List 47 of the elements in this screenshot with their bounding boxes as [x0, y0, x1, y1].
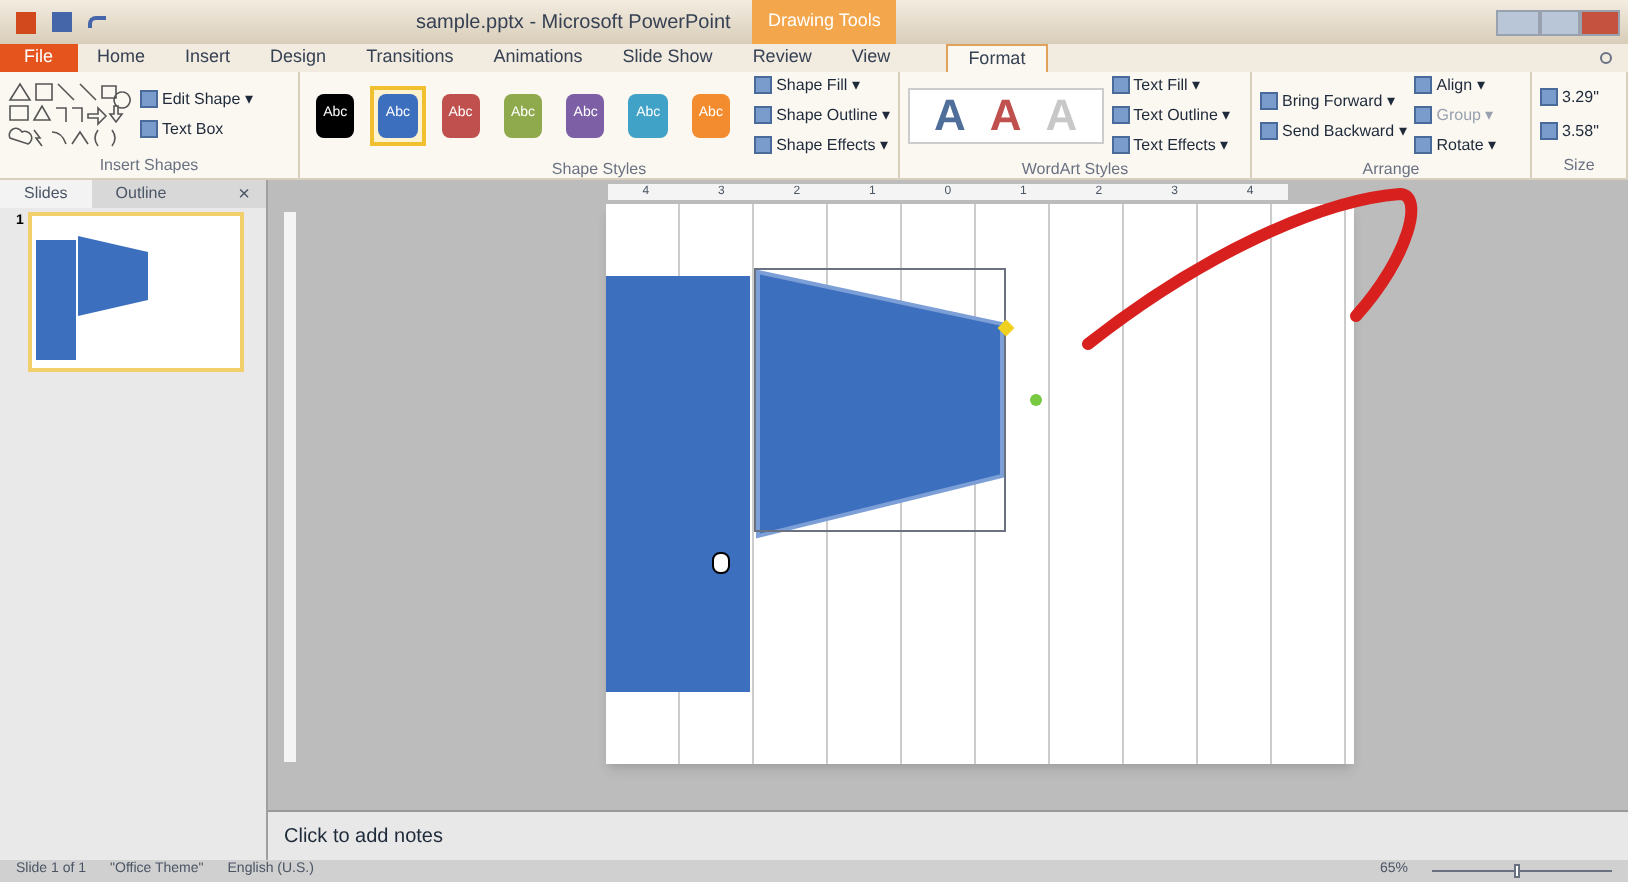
help-icon[interactable]	[1600, 52, 1612, 64]
ribbon-button[interactable]: Rotate ▾	[1414, 132, 1497, 158]
wordart-style[interactable]: A	[934, 93, 966, 137]
panel-tab[interactable]: Outline	[91, 180, 191, 208]
close-button[interactable]	[1580, 9, 1620, 35]
ribbon-button[interactable]: Align ▾	[1414, 72, 1497, 98]
ribbon-tab[interactable]: Insert	[165, 44, 251, 72]
ribbon-button[interactable]: Edit Shape ▾	[140, 85, 253, 111]
ribbon-tab[interactable]: Design	[250, 44, 347, 72]
file-tab[interactable]: File	[0, 44, 78, 72]
ribbon-button[interactable]: Send Backward ▾	[1260, 117, 1407, 143]
ribbon-tab[interactable]: Transitions	[346, 44, 474, 72]
group-label: Insert Shapes	[97, 154, 201, 178]
app-icon	[16, 11, 36, 33]
rotation-handle[interactable]	[1030, 394, 1042, 406]
ribbon-tab[interactable]: Slide Show	[602, 44, 733, 72]
group-label: WordArt Styles	[1019, 158, 1131, 182]
ribbon-tab[interactable]: View	[831, 44, 911, 72]
undo-icon[interactable]	[88, 16, 106, 28]
group-label: Size	[1561, 154, 1597, 178]
panel-tab[interactable]: Slides	[0, 180, 92, 208]
ribbon-button[interactable]: Text Outline ▾	[1111, 102, 1231, 128]
ribbon-button[interactable]: Text Effects ▾	[1111, 132, 1231, 158]
group-label: Shape Styles	[549, 158, 649, 182]
slide-thumbnail[interactable]	[27, 212, 244, 372]
ribbon-button[interactable]: Text Box	[140, 115, 253, 141]
ribbon-button[interactable]: Shape Fill ▾	[754, 72, 891, 98]
notes-placeholder[interactable]: Click to add notes	[284, 821, 443, 851]
zoom-thumb[interactable]	[1513, 864, 1519, 878]
height-field[interactable]: 3.29"	[1540, 83, 1599, 109]
ribbon-tab[interactable]: Animations	[473, 44, 603, 72]
context-tab-title: Drawing Tools	[752, 0, 897, 44]
group-label: Arrange	[1360, 158, 1422, 182]
ribbon-tab[interactable]: Review	[732, 44, 832, 72]
minimize-button[interactable]	[1496, 9, 1540, 35]
shapes-gallery[interactable]	[8, 79, 132, 147]
width-field[interactable]: 3.58"	[1540, 117, 1599, 143]
maximize-button[interactable]	[1540, 9, 1580, 35]
window-title: sample.pptx - Microsoft PowerPoint	[416, 9, 731, 37]
ribbon-button[interactable]: Shape Outline ▾	[754, 102, 891, 128]
ribbon-tab[interactable]: Format	[946, 44, 1048, 72]
wordart-style[interactable]: A	[989, 93, 1022, 137]
ribbon-tab[interactable]: Home	[77, 44, 166, 72]
ribbon-button[interactable]: Text Fill ▾	[1111, 72, 1231, 98]
ribbon-button[interactable]: Shape Effects ▾	[754, 132, 891, 158]
ribbon-button[interactable]: Bring Forward ▾	[1260, 87, 1407, 113]
close-panel-button[interactable]: ×	[238, 179, 250, 209]
